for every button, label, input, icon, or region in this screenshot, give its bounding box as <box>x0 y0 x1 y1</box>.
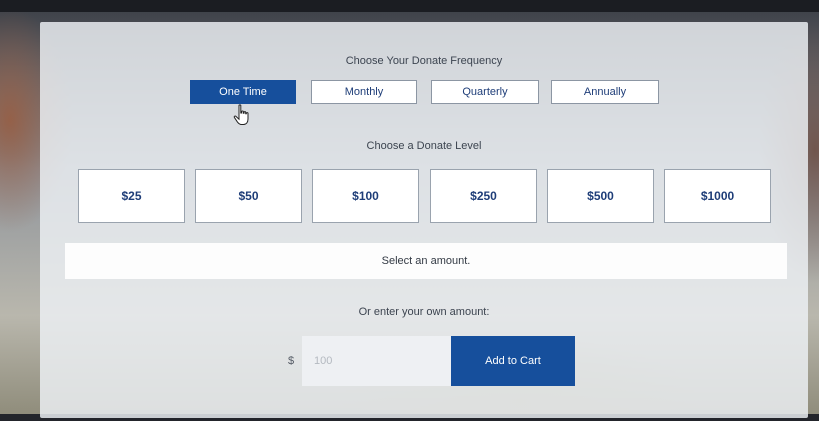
frequency-monthly-button[interactable]: Monthly <box>311 80 417 104</box>
level-1000-button[interactable]: $1000 <box>664 169 771 223</box>
top-edge <box>0 0 819 12</box>
add-to-cart-button[interactable]: Add to Cart <box>451 336 575 386</box>
level-250-button[interactable]: $250 <box>430 169 537 223</box>
custom-amount-input[interactable] <box>302 336 451 386</box>
currency-symbol: $ <box>287 355 295 367</box>
level-heading: Choose a Donate Level <box>366 140 482 152</box>
level-500-button[interactable]: $500 <box>547 169 654 223</box>
level-25-button[interactable]: $25 <box>78 169 185 223</box>
frequency-annually-button[interactable]: Annually <box>551 80 659 104</box>
amount-status-message: Select an amount. <box>65 243 787 279</box>
frequency-one-time-button[interactable]: One Time <box>190 80 296 104</box>
donation-panel: Choose Your Donate Frequency One Time Mo… <box>40 22 808 418</box>
frequency-quarterly-button[interactable]: Quarterly <box>431 80 539 104</box>
hand-pointer-icon <box>233 104 249 125</box>
frequency-heading: Choose Your Donate Frequency <box>345 55 503 67</box>
level-100-button[interactable]: $100 <box>312 169 419 223</box>
custom-amount-label: Or enter your own amount: <box>358 306 490 318</box>
level-50-button[interactable]: $50 <box>195 169 302 223</box>
